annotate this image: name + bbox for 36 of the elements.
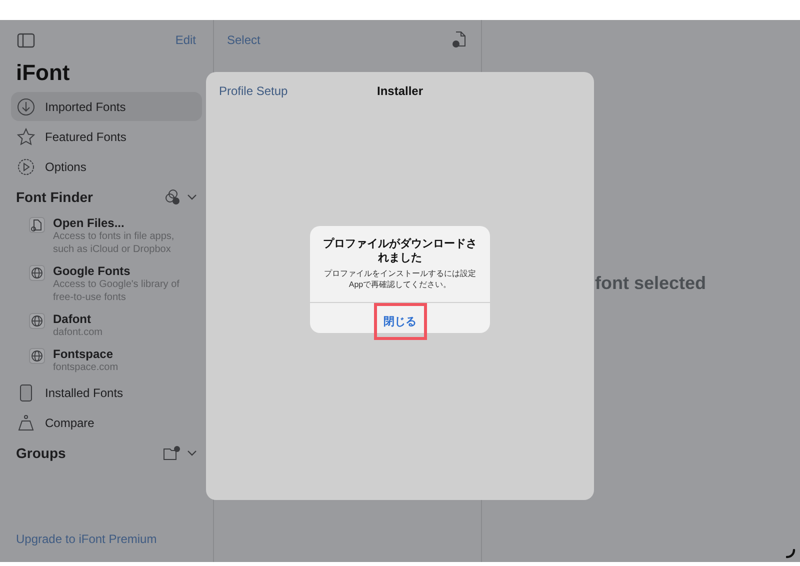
- weight-icon: [17, 414, 35, 432]
- globe-icon: [29, 265, 45, 281]
- back-button[interactable]: Profile Setup: [219, 84, 288, 98]
- sidebar-item[interactable]: Options: [11, 152, 202, 181]
- sidebar-item[interactable]: Featured Fonts: [11, 122, 202, 151]
- tablet-icon: [17, 384, 35, 402]
- source-description: fontspace.com: [53, 361, 120, 374]
- section-title: Groups: [16, 445, 67, 461]
- chevron-icon[interactable]: [187, 193, 197, 201]
- empty-message: font selected: [595, 272, 706, 294]
- document-icon: [29, 217, 45, 233]
- source-name[interactable]: Dafont: [53, 312, 193, 326]
- sidebar-item[interactable]: Installed Fonts: [11, 378, 202, 407]
- source-name[interactable]: Fontspace: [53, 347, 193, 361]
- chevron-icon[interactable]: [187, 449, 197, 457]
- source-name[interactable]: Open Files...: [53, 216, 193, 230]
- sheet-title: Installer: [376, 84, 424, 98]
- section-title: Font Finder: [16, 189, 94, 205]
- app-title: iFont: [15, 60, 71, 87]
- sidebar-toggle-icon[interactable]: [17, 32, 35, 48]
- sidebar-item[interactable]: Compare: [11, 408, 202, 437]
- globe-icon: [29, 348, 45, 364]
- download-icon: [17, 98, 35, 116]
- source-description: dafont.com: [53, 326, 104, 339]
- add-document-icon[interactable]: [451, 31, 467, 49]
- alert-title: プロファイルがダウンロードされました: [322, 237, 478, 265]
- corner-mark-icon: [786, 549, 796, 559]
- source-description: Access to fonts in file apps, such as iCloud or Dropbox: [53, 230, 176, 256]
- folder-add-icon[interactable]: [163, 445, 181, 461]
- star-icon: [17, 128, 35, 146]
- close-button[interactable]: 閉じる: [374, 302, 426, 340]
- source-description: Access to Google's library of free-to-use fonts: [53, 278, 180, 304]
- sidebar-item[interactable]: Imported Fonts: [11, 92, 202, 121]
- alert-message: プロファイルをインストールするには設定Appで再確認してください。: [323, 268, 477, 290]
- source-name[interactable]: Google Fonts: [53, 264, 193, 278]
- globe-icon: [29, 313, 45, 329]
